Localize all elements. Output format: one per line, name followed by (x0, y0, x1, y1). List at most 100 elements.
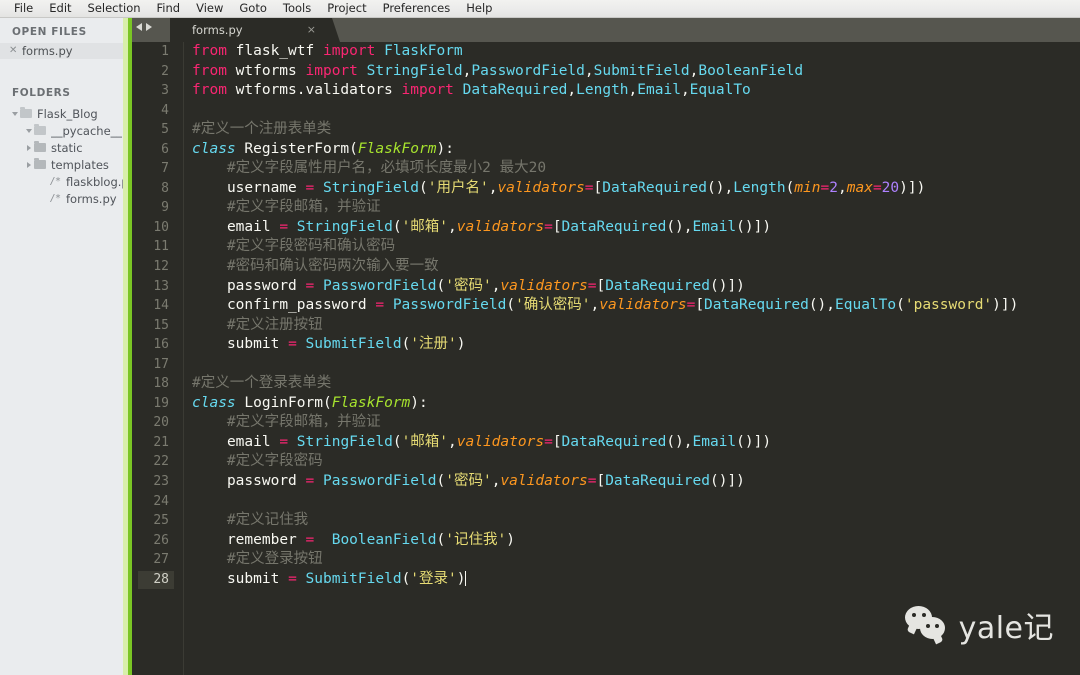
line-number: 5 (161, 122, 169, 138)
arrow-right-icon[interactable] (146, 23, 152, 31)
code-line[interactable]: 26 remember = BooleanField('记住我') (132, 531, 1080, 551)
code-line-text: #定义字段邮箱，并验证 (226, 414, 381, 431)
sidebar: OPEN FILES ✕ forms.py FOLDERS Flask_Blog… (0, 18, 128, 675)
code-line-text: email = StringField('邮箱',validators=[Dat… (226, 433, 772, 450)
code-line-text: class LoginForm(FlaskForm): (192, 394, 428, 411)
tab-bar: forms.py × (132, 18, 1080, 42)
code-line-text: #密码和确认密码两次输入要一致 (226, 258, 439, 275)
code-line[interactable]: 22 #定义字段密码 (132, 452, 1080, 472)
code-line[interactable]: 27 #定义登录按钮 (132, 550, 1080, 570)
line-number: 27 (153, 552, 169, 568)
file-icon: /* (49, 176, 61, 187)
menu-item-preferences[interactable]: Preferences (375, 0, 459, 17)
tab-nav-arrows (136, 23, 152, 31)
chevron-right-icon[interactable] (24, 158, 34, 172)
line-number: 13 (153, 278, 169, 294)
code-line[interactable]: 6 class RegisterForm(FlaskForm): (132, 140, 1080, 160)
code-line[interactable]: 25 #定义记住我 (132, 511, 1080, 531)
sublime-text-window: File Edit Selection Find View Goto Tools… (0, 0, 1080, 675)
code-line[interactable]: 9 #定义字段邮箱，并验证 (132, 198, 1080, 218)
code-line[interactable]: 19 class LoginForm(FlaskForm): (132, 394, 1080, 414)
line-number: 4 (161, 102, 169, 118)
menu-bar: File Edit Selection Find View Goto Tools… (0, 0, 1080, 18)
code-line[interactable]: 11 #定义字段密码和确认密码 (132, 237, 1080, 257)
code-line[interactable]: 7 #定义字段属性用户名，必填项长度最小2 最大20 (132, 159, 1080, 179)
code-line-text: #定义字段属性用户名，必填项长度最小2 最大20 (226, 160, 547, 177)
watermark: yale记 (904, 603, 1054, 647)
code-line-text: #定义记住我 (226, 512, 309, 529)
code-line-text: #定义一个注册表单类 (192, 121, 332, 138)
code-line[interactable]: 3 from wtforms.validators import DataRequ… (132, 81, 1080, 101)
tree-item-pycache[interactable]: __pycache__ (0, 122, 128, 139)
menu-item-view[interactable]: View (188, 0, 231, 17)
tree-item-forms-py[interactable]: /* forms.py (0, 190, 128, 207)
code-line-text: from wtforms import StringField,Password… (192, 62, 804, 79)
code-line[interactable]: 15 #定义注册按钮 (132, 316, 1080, 336)
code-line-text: password = PasswordField('密码',validators… (226, 473, 745, 490)
code-line[interactable]: 10 email = StringField('邮箱',validators=[… (132, 218, 1080, 238)
code-line[interactable]: 24 (132, 492, 1080, 512)
folder-open-icon (20, 106, 32, 118)
close-icon[interactable]: ✕ (9, 46, 17, 56)
line-number: 14 (153, 298, 169, 314)
code-line-text: from wtforms.validators import DataRequi… (192, 82, 751, 99)
chevron-down-icon[interactable] (24, 124, 34, 138)
code-line[interactable]: 4 (132, 101, 1080, 121)
code-line[interactable]: 17 (132, 355, 1080, 375)
menu-item-selection[interactable]: Selection (80, 0, 149, 17)
line-number: 19 (153, 395, 169, 411)
menu-item-goto[interactable]: Goto (231, 0, 275, 17)
code-line[interactable]: 16 submit = SubmitField('注册') (132, 335, 1080, 355)
code-line[interactable]: 23 password = PasswordField('密码',validat… (132, 472, 1080, 492)
menu-item-tools[interactable]: Tools (275, 0, 319, 17)
text-cursor (464, 570, 466, 586)
code-line[interactable]: 18 #定义一个登录表单类 (132, 374, 1080, 394)
tree-item-flask-blog[interactable]: Flask_Blog (0, 105, 128, 122)
arrow-left-icon[interactable] (136, 23, 142, 31)
code-line[interactable]: 20 #定义字段邮箱，并验证 (132, 413, 1080, 433)
code-editor[interactable]: 1 from flask_wtf import FlaskForm 2 from wt… (132, 42, 1080, 675)
line-number: 9 (161, 200, 169, 216)
tree-item-label: flaskblog.py (66, 174, 128, 189)
code-line[interactable]: 21 email = StringField('邮箱',validators=[… (132, 433, 1080, 453)
open-files-header: OPEN FILES (12, 26, 87, 38)
code-line-text: username = StringField('用户名',validators=… (226, 179, 926, 196)
tree-item-label: templates (51, 157, 109, 172)
chevron-right-icon[interactable] (24, 141, 34, 155)
menu-item-edit[interactable]: Edit (41, 0, 79, 17)
tree-item-static[interactable]: static (0, 139, 128, 156)
menu-item-find[interactable]: Find (149, 0, 189, 17)
close-icon[interactable]: × (307, 23, 316, 36)
code-line-text: #定义一个登录表单类 (192, 375, 332, 392)
open-file-item-forms-py[interactable]: ✕ forms.py (0, 43, 128, 59)
chevron-down-icon[interactable] (10, 107, 20, 121)
code-line[interactable]: 8 username = StringField('用户名',validator… (132, 179, 1080, 199)
menu-item-project[interactable]: Project (319, 0, 374, 17)
line-number: 20 (153, 415, 169, 431)
code-text-area[interactable]: 1 from flask_wtf import FlaskForm 2 from wt… (132, 42, 1080, 675)
code-line[interactable]: 2 from wtforms import StringField,Passwor… (132, 62, 1080, 82)
code-line[interactable]: 13 password = PasswordField('密码',validat… (132, 277, 1080, 297)
tree-item-templates[interactable]: templates (0, 156, 128, 173)
tree-item-label: static (51, 140, 83, 155)
line-number: 1 (161, 44, 169, 59)
code-line-text: #定义登录按钮 (226, 551, 323, 568)
line-number: 22 (153, 454, 169, 470)
tree-item-flaskblog-py[interactable]: /* flaskblog.py (0, 173, 128, 190)
menu-item-file[interactable]: File (6, 0, 41, 17)
line-number: 10 (153, 219, 169, 235)
line-number: 12 (153, 259, 169, 275)
code-line[interactable]: 12 #密码和确认密码两次输入要一致 (132, 257, 1080, 277)
code-line[interactable]: 14 confirm_password = PasswordField('确认密… (132, 296, 1080, 316)
line-number: 15 (153, 317, 169, 333)
code-line[interactable]: 1 from flask_wtf import FlaskForm (132, 42, 1080, 62)
line-number: 25 (153, 513, 169, 529)
code-line-text: confirm_password = PasswordField('确认密码',… (226, 297, 1019, 314)
code-line-text: submit = SubmitField('登录') (226, 570, 466, 587)
line-number: 28 (153, 571, 169, 587)
code-line[interactable]: 5 #定义一个注册表单类 (132, 120, 1080, 140)
menu-item-help[interactable]: Help (458, 0, 500, 17)
tab-forms-py[interactable]: forms.py × (170, 18, 340, 42)
line-number: 18 (153, 376, 169, 392)
code-line[interactable]: 28 submit = SubmitField('登录') (132, 570, 1080, 590)
